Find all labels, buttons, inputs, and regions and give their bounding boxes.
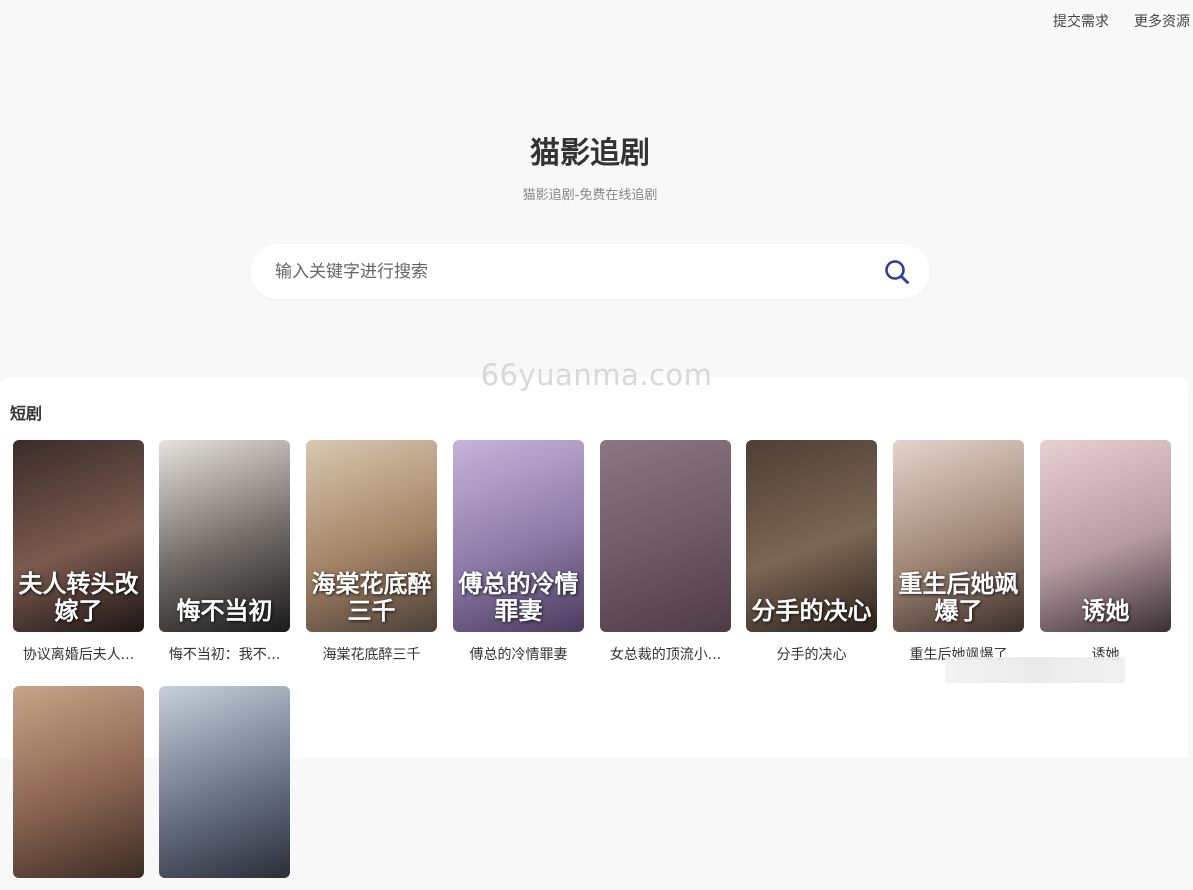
drama-poster[interactable]: 分手的决心 (746, 440, 877, 632)
submit-request-link[interactable]: 提交需求 (1053, 11, 1109, 31)
site-subtitle: 猫影追剧-免费在线追剧 (522, 188, 658, 203)
drama-card[interactable]: 傅总的冷情罪妻 傅总的冷情罪妻 (453, 440, 584, 664)
drama-card[interactable]: 分手的决心 分手的决心 (746, 440, 877, 664)
drama-title[interactable]: 海棠花底醉三千 (306, 644, 437, 664)
drama-poster[interactable]: 海棠花底醉三千 (306, 440, 437, 632)
drama-card[interactable]: 诱她 诱她 (1040, 440, 1171, 664)
poster-title-text: 诱她 (1081, 595, 1130, 625)
blurred-overlay (945, 657, 1125, 683)
drama-poster[interactable] (159, 686, 290, 878)
top-nav: 提交需求 更多资源 (1053, 11, 1190, 31)
drama-poster[interactable] (13, 686, 144, 878)
poster-title-text: 夫人转头改嫁了 (18, 569, 139, 625)
drama-poster[interactable]: 悔不当初 (159, 440, 290, 632)
drama-title[interactable]: 分手的决心 (746, 644, 877, 664)
drama-card[interactable] (13, 686, 144, 890)
content-panel: 短剧 夫人转头改嫁了 协议离婚后夫人... 悔不当初 悔不当初：我不... 海棠花底醉三… (0, 377, 1188, 878)
poster-title-text: 悔不当初 (176, 595, 273, 625)
search-input[interactable] (273, 260, 882, 283)
drama-card[interactable] (159, 686, 290, 890)
drama-card[interactable]: 悔不当初悔不当初：我不... (159, 440, 290, 664)
search-icon (885, 259, 909, 284)
drama-title[interactable]: 悔不当初：我不... (159, 644, 290, 664)
drama-poster[interactable]: 夫人转头改嫁了 (13, 440, 144, 632)
drama-poster[interactable]: 重生后她飒爆了 (893, 440, 1024, 632)
drama-poster[interactable] (600, 440, 731, 632)
drama-card[interactable]: 女总裁的顶流小... (600, 440, 731, 664)
poster-title-text: 重生后她飒爆了 (898, 569, 1019, 625)
drama-poster[interactable]: 诱她 (1040, 440, 1171, 632)
drama-card[interactable]: 海棠花底醉三千 海棠花底醉三千 (306, 440, 437, 664)
section-title: 短剧 (10, 404, 43, 423)
drama-poster[interactable]: 傅总的冷情罪妻 (453, 440, 584, 632)
search-button[interactable] (882, 257, 912, 287)
drama-card[interactable]: 重生后她飒爆了 重生后她飒爆了 (893, 440, 1024, 664)
poster-title-text: 海棠花底醉三千 (311, 569, 432, 625)
more-resources-link[interactable]: 更多资源 (1134, 11, 1190, 31)
site-title: 猫影追剧 (530, 136, 650, 171)
poster-title-text: 分手的决心 (751, 595, 872, 625)
poster-title-text: 傅总的冷情罪妻 (458, 569, 579, 625)
drama-title[interactable]: 协议离婚后夫人... (13, 644, 144, 664)
drama-title[interactable]: 傅总的冷情罪妻 (453, 644, 584, 664)
drama-title[interactable]: 女总裁的顶流小... (600, 644, 731, 664)
drama-card[interactable]: 夫人转头改嫁了协议离婚后夫人... (13, 440, 144, 664)
search-bar (250, 244, 930, 299)
